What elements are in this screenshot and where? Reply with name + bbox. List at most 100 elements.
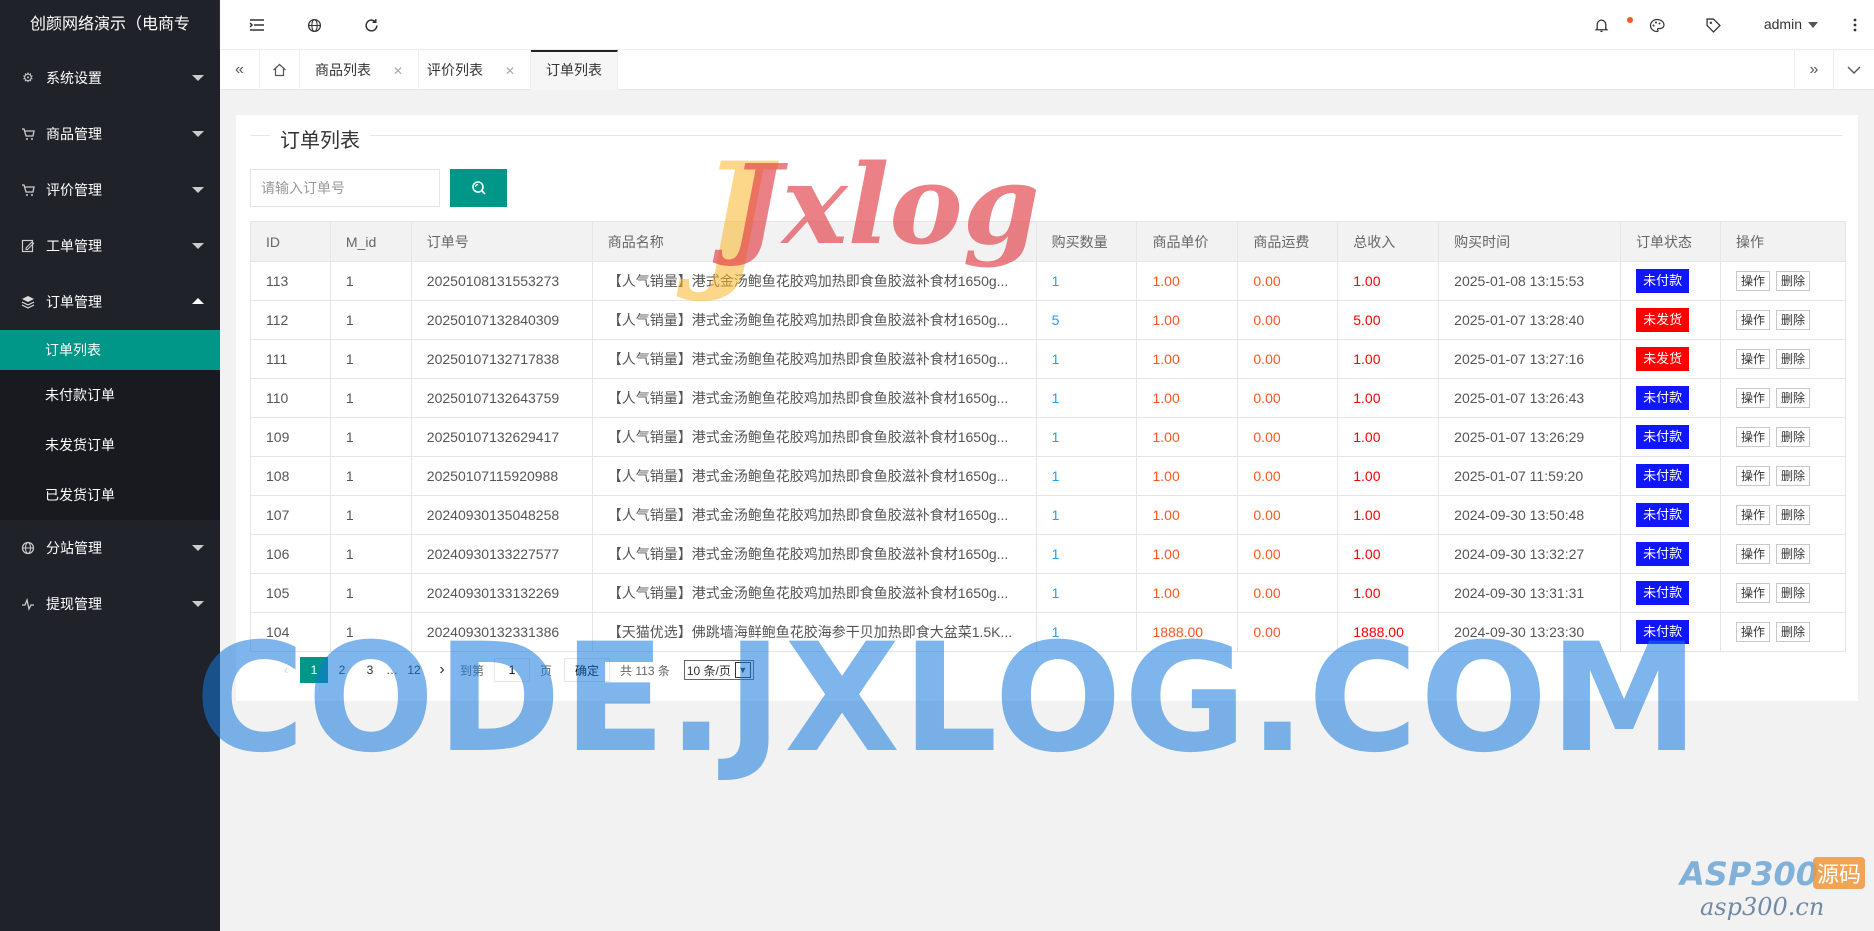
col-purchase-time[interactable]: 购买时间: [1438, 221, 1622, 262]
row-action-button[interactable]: 操作: [1735, 505, 1770, 525]
col-actions[interactable]: 操作: [1719, 221, 1847, 262]
sidebar-item-system[interactable]: ⚙ 系统设置: [0, 50, 220, 106]
col-quantity[interactable]: 购买数量: [1035, 221, 1138, 262]
col-status[interactable]: 订单状态: [1620, 221, 1721, 262]
cell-id: 104: [250, 612, 331, 652]
app-title: 创颜网络演示（电商专: [0, 0, 220, 50]
cell-unit-price: 1.00: [1136, 573, 1239, 613]
sidebar-item-label: 系统设置: [46, 70, 102, 86]
col-unit-price[interactable]: 商品单价: [1136, 221, 1239, 262]
tab-order-list[interactable]: 订单列表: [531, 50, 618, 90]
row-delete-button[interactable]: 删除: [1776, 349, 1811, 369]
col-total[interactable]: 总收入: [1337, 221, 1440, 262]
sidebar-item-tickets[interactable]: 工单管理: [0, 218, 220, 274]
cell-quantity: 1: [1035, 612, 1138, 652]
caret-down-icon: [192, 187, 204, 193]
close-icon[interactable]: ✕: [505, 64, 515, 78]
cell-purchase-time: 2025-01-08 13:15:53: [1438, 261, 1622, 301]
page-3[interactable]: 3: [356, 657, 384, 683]
cell-mid: 1: [329, 378, 412, 418]
col-shipping[interactable]: 商品运费: [1237, 221, 1339, 262]
sidebar-item-orders[interactable]: 订单管理: [0, 274, 220, 330]
pagination: ‹ 1 2 3 … 12 › 到第 页 确定 共 113 条 10 条/页▼: [272, 656, 754, 684]
theme-palette-icon[interactable]: [1646, 14, 1668, 36]
sidebar-subitem-unpaid[interactable]: 未付款订单: [0, 370, 220, 420]
sidebar-item-branches[interactable]: 分站管理: [0, 520, 220, 576]
cell-id: 113: [250, 261, 331, 301]
col-id[interactable]: ID: [250, 221, 331, 262]
row-action-button[interactable]: 操作: [1735, 310, 1770, 330]
search-button[interactable]: [450, 169, 507, 207]
cell-status: 未发货: [1620, 300, 1721, 340]
caret-down-icon: [192, 75, 204, 81]
close-icon[interactable]: ✕: [393, 64, 403, 78]
goto-page-input[interactable]: [494, 658, 531, 682]
cell-quantity: 5: [1035, 300, 1138, 340]
tab-scroll-right-icon[interactable]: »: [1794, 50, 1834, 90]
sidebar-item-reviews[interactable]: 评价管理: [0, 162, 220, 218]
col-product-name[interactable]: 商品名称: [591, 221, 1037, 262]
row-delete-button[interactable]: 删除: [1776, 271, 1811, 291]
row-delete-button[interactable]: 删除: [1776, 427, 1811, 447]
order-number-search-input[interactable]: [250, 169, 440, 207]
row-action-button[interactable]: 操作: [1735, 388, 1770, 408]
row-delete-button[interactable]: 删除: [1776, 544, 1811, 564]
prev-page-icon[interactable]: ‹: [272, 657, 300, 683]
row-action-button[interactable]: 操作: [1735, 271, 1770, 291]
table-row: 112 1 20250107132840309 【人气销量】港式金汤鲍鱼花胶鸡加热即食…: [250, 300, 1847, 340]
bell-icon[interactable]: [1590, 14, 1612, 36]
cell-unit-price: 1.00: [1136, 261, 1239, 301]
tab-product-list[interactable]: 商品列表 ✕: [300, 50, 420, 90]
row-delete-button[interactable]: 删除: [1776, 466, 1811, 486]
sidebar-subitem-shipped[interactable]: 已发货订单: [0, 470, 220, 520]
tab-scroll-left-icon[interactable]: «: [220, 50, 260, 90]
cell-order-no: 20250107132629417: [410, 417, 593, 457]
sidebar-item-products[interactable]: 商品管理: [0, 106, 220, 162]
globe-icon[interactable]: [303, 14, 325, 36]
tab-review-list[interactable]: 评价列表 ✕: [412, 50, 532, 90]
sidebar-subitem-order-list[interactable]: 订单列表: [0, 330, 220, 370]
page-1[interactable]: 1: [300, 657, 328, 683]
row-action-button[interactable]: 操作: [1735, 583, 1770, 603]
page-size-value: 10 条/页: [686, 663, 731, 678]
tab-dropdown-icon[interactable]: [1834, 50, 1874, 90]
row-delete-button[interactable]: 删除: [1776, 388, 1811, 408]
cell-purchase-time: 2025-01-07 13:26:43: [1438, 378, 1622, 418]
row-delete-button[interactable]: 删除: [1776, 622, 1811, 642]
sidebar-subitem-unshipped[interactable]: 未发货订单: [0, 420, 220, 470]
menu-toggle-icon[interactable]: [246, 14, 268, 36]
row-action-button[interactable]: 操作: [1735, 349, 1770, 369]
sidebar-item-withdraw[interactable]: 提现管理: [0, 576, 220, 632]
cell-product-name: 【人气销量】港式金汤鲍鱼花胶鸡加热即食鱼胶滋补食材1650g...: [591, 300, 1037, 340]
row-delete-button[interactable]: 删除: [1776, 310, 1811, 330]
cell-quantity: 1: [1035, 378, 1138, 418]
tab-label: 订单列表: [546, 62, 602, 78]
row-action-button[interactable]: 操作: [1735, 466, 1770, 486]
row-action-button[interactable]: 操作: [1735, 427, 1770, 447]
status-badge: 未付款: [1636, 464, 1690, 488]
cell-status: 未付款: [1620, 378, 1721, 418]
row-action-button[interactable]: 操作: [1735, 544, 1770, 564]
cell-status: 未付款: [1620, 261, 1721, 301]
caret-down-icon: [1808, 22, 1818, 29]
status-badge: 未付款: [1636, 542, 1690, 566]
page-size-select[interactable]: 10 条/页 ▼: [683, 660, 754, 680]
cell-mid: 1: [329, 339, 412, 379]
row-delete-button[interactable]: 删除: [1776, 505, 1811, 525]
more-vertical-icon[interactable]: [1844, 14, 1866, 36]
page-12[interactable]: 12: [400, 657, 428, 683]
refresh-icon[interactable]: [360, 14, 382, 36]
home-icon[interactable]: [260, 50, 300, 90]
page-2[interactable]: 2: [328, 657, 356, 683]
col-mid[interactable]: M_id: [329, 221, 412, 262]
tag-icon[interactable]: [1702, 14, 1724, 36]
sidebar-item-label: 提现管理: [46, 596, 102, 612]
row-delete-button[interactable]: 删除: [1776, 583, 1811, 603]
cell-total: 1.00: [1337, 417, 1440, 457]
row-action-button[interactable]: 操作: [1735, 622, 1770, 642]
table-row: 104 1 20240930132331386 【天猫优选】佛跳墙海鲜鲍鱼花胶海参干贝…: [250, 612, 1847, 652]
next-page-icon[interactable]: ›: [428, 657, 456, 683]
user-menu[interactable]: admin: [1764, 16, 1818, 32]
goto-confirm-button[interactable]: 确定: [564, 658, 611, 682]
col-order-no[interactable]: 订单号: [410, 221, 593, 262]
